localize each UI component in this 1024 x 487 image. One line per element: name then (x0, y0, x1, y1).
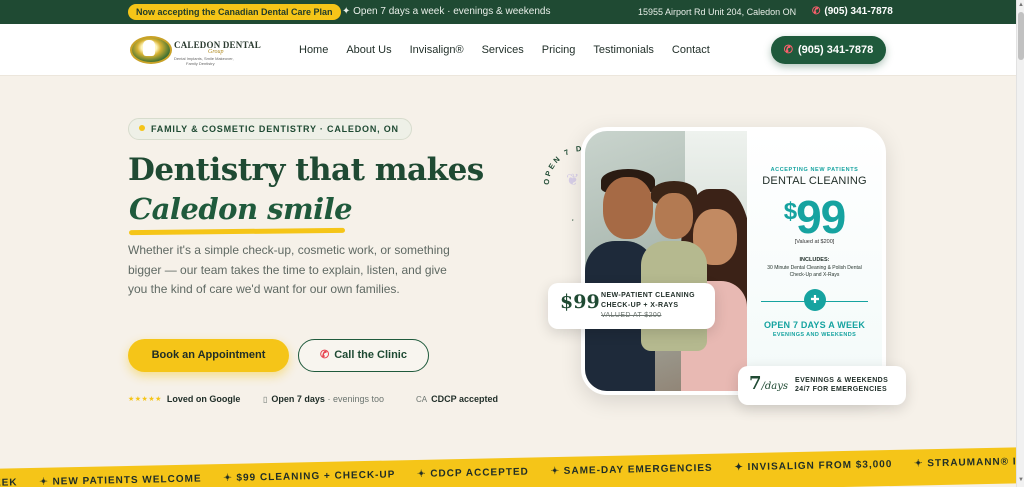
topbar-phone-number: (905) 341-7878 (824, 6, 893, 17)
nav-item-contact[interactable]: Contact (672, 44, 710, 56)
marquee-item: ✦ NEW PATIENTS WELCOME (39, 473, 202, 487)
nav-item-about-us[interactable]: About Us (346, 44, 391, 56)
hero-title: Dentistry that makes (128, 152, 484, 188)
photo-figure (603, 177, 653, 239)
nav-item-invisalign[interactable]: Invisalign® (410, 44, 464, 56)
call-clinic-button[interactable]: ✆ Call the Clinic (298, 339, 429, 372)
call-clinic-label: Call the Clinic (334, 349, 407, 361)
float-days-unit: /days (761, 381, 789, 392)
price-float-card: $99 NEW-PATIENT CLEANING CHECK-UP + X-RA… (548, 283, 715, 329)
phone-icon: ✆ (812, 6, 821, 17)
promo-open: OPEN 7 DAYS A WEEK (763, 320, 866, 330)
phone-icon: ✆ (320, 349, 330, 361)
float-price-line1: NEW-PATIENT CLEANING (601, 292, 695, 299)
hero-badge: FAMILY & COSMETIC DENTISTRY · CALEDON, O… (128, 118, 412, 140)
scroll-up-icon[interactable]: ▲ (1018, 2, 1024, 8)
float-days-number: 7 (749, 373, 762, 394)
google-rating: ★★★★★ Loved on Google (128, 393, 240, 405)
header-call-label: (905) 341-7878 (797, 44, 874, 56)
marquee-item: ✦ $99 CLEANING + CHECK-UP (223, 469, 396, 485)
topbar-phone-link[interactable]: ✆ (905) 341-7878 (812, 0, 893, 24)
float-price: $99 (560, 291, 600, 313)
tooth-icon: ✚ (804, 289, 826, 311)
promo-evenings: EVENINGS AND WEEKENDS (772, 332, 857, 338)
badge-dot-icon (139, 125, 145, 131)
site-header: CALEDON DENTAL Group Dental Implants, Sm… (0, 24, 1016, 76)
hero-badge-label: FAMILY & COSMETIC DENTISTRY · CALEDON, O… (151, 124, 399, 134)
promo-includes-label: INCLUDES: (799, 257, 830, 263)
cdcp-label: CDCP accepted (431, 394, 498, 404)
calendar-icon: ▯ (263, 395, 268, 404)
marquee-item: ✦ INVISALIGN FROM $3,000 (734, 458, 893, 474)
promo-currency: $ (783, 198, 797, 225)
cdcp-pill[interactable]: Now accepting the Canadian Dental Care P… (128, 4, 341, 20)
marquee-track: EEK ✦ NEW PATIENTS WELCOME ✦ $99 CLEANIN… (0, 446, 1024, 487)
photo-figure (655, 193, 693, 239)
marquee-item: EEK (0, 477, 18, 487)
family-photo (585, 131, 751, 391)
tooth-icon (143, 40, 155, 56)
logo-group: Group (208, 49, 224, 55)
main-nav: Home About Us Invisalign® Services Prici… (299, 24, 710, 76)
phone-icon: ✆ (783, 44, 793, 56)
open-days-suffix: · evenings too (327, 394, 384, 404)
cdcp-note: CA CDCP accepted (416, 393, 498, 405)
nav-item-testimonials[interactable]: Testimonials (593, 44, 654, 56)
promo-photo-card: ACCEPTING NEW PATIENTS DENTAL CLEANING $… (581, 127, 886, 395)
marquee-item: ✦ CDCP ACCEPTED (417, 466, 529, 480)
nav-item-home[interactable]: Home (299, 44, 328, 56)
title-underline (128, 227, 346, 236)
sparkle-tooth-icon: ❦ (566, 172, 580, 189)
book-appointment-button[interactable]: Book an Appointment (128, 339, 289, 372)
float-price-line3: VALUED AT $200 (601, 312, 662, 319)
logo-tagline-2: Family Dentistry (186, 61, 215, 66)
scrollbar-thumb[interactable] (1018, 12, 1024, 60)
services-marquee: EEK ✦ NEW PATIENTS WELCOME ✦ $99 CLEANIN… (0, 446, 1024, 487)
marquee-item: ✦ STRAUMANN® IMPLA (914, 456, 1024, 470)
nav-item-services[interactable]: Services (482, 44, 524, 56)
google-rating-label: Loved on Google (166, 394, 241, 404)
hero-title-accent: Caledon smile (129, 192, 353, 226)
address-text: 15955 Airport Rd Unit 204, Caledon ON (638, 7, 797, 17)
float-days-line1: EVENINGS & WEEKENDS (795, 377, 889, 384)
scroll-down-icon[interactable]: ▼ (1018, 477, 1024, 483)
star-rating-icon: ★★★★★ (128, 396, 162, 403)
nav-item-pricing[interactable]: Pricing (542, 44, 576, 56)
hours-text: ✦ Open 7 days a week · evenings & weeken… (342, 6, 551, 17)
top-announcement-bar: Now accepting the Canadian Dental Care P… (0, 0, 1024, 24)
promo-price: $99 (747, 185, 882, 244)
cdcp-prefix: CA (416, 395, 428, 404)
promo-valued: [Valued at $200] (794, 239, 835, 245)
days-float-card: 7/days EVENINGS & WEEKENDS 24/7 FOR EMER… (738, 366, 906, 405)
float-days: 7/days (749, 373, 788, 394)
marquee-item: ✦ SAME-DAY EMERGENCIES (550, 462, 713, 478)
promo-includes-text: 30 Minute Dental Cleaning & Polish Denta… (767, 265, 862, 278)
float-days-line2: 24/7 FOR EMERGENCIES (795, 386, 888, 393)
open-days-note: ▯ Open 7 days · evenings too (263, 393, 384, 405)
cleaning-promo-panel: ACCEPTING NEW PATIENTS DENTAL CLEANING $… (747, 131, 882, 391)
promo-accepting: ACCEPTING NEW PATIENTS (770, 167, 859, 173)
hero-lead: Whether it's a simple check-up, cosmetic… (128, 243, 450, 296)
site-logo[interactable]: CALEDON DENTAL Group Dental Implants, Sm… (128, 34, 261, 68)
promo-price-value: 99 (796, 191, 846, 243)
float-price-line2: CHECK-UP + X-RAYS (601, 302, 679, 309)
header-call-button[interactable]: ✆ (905) 341-7878 (771, 36, 886, 64)
page-scrollbar[interactable]: ▲ ▼ (1016, 0, 1024, 487)
open-days-label: Open 7 days (271, 394, 325, 404)
